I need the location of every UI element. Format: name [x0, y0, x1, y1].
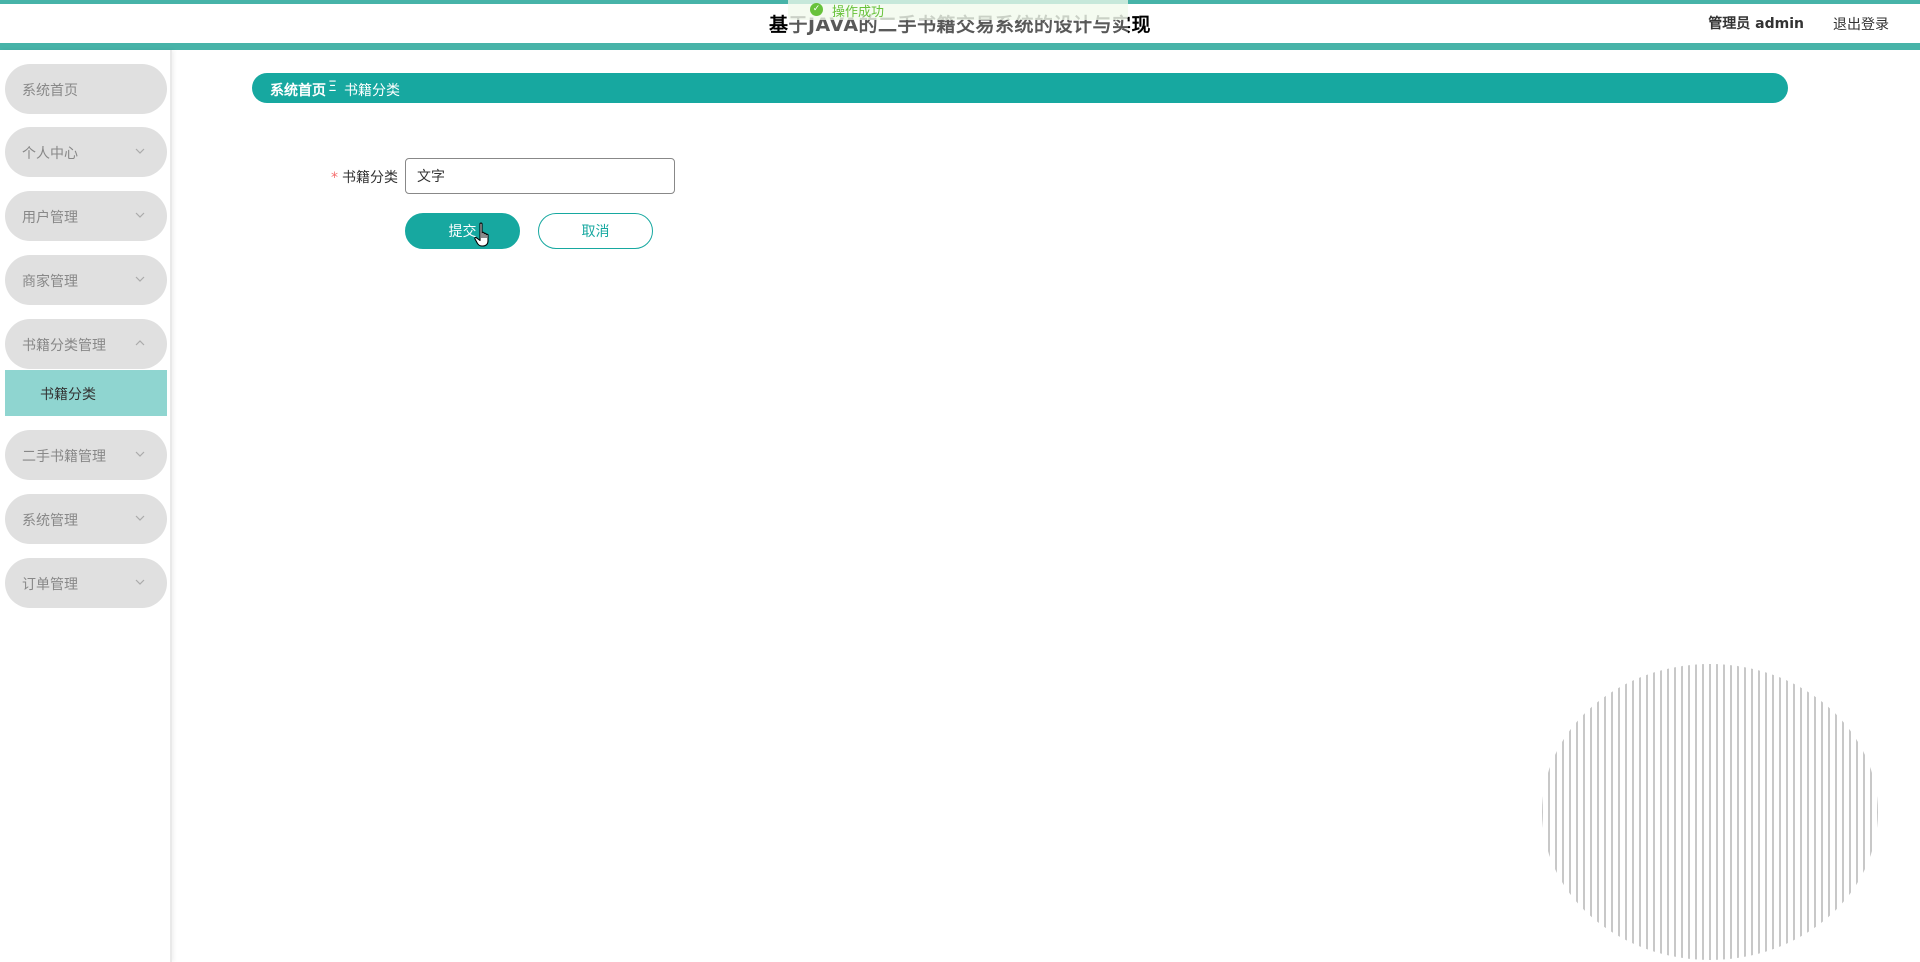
sidebar-item-label: 系统管理: [22, 513, 78, 529]
sidebar-item-label: 用户管理: [22, 210, 78, 226]
toast-message: 操作成功: [832, 5, 885, 20]
submit-button[interactable]: 提交: [405, 213, 520, 249]
category-label-text: 书籍分类: [342, 170, 398, 186]
sidebar-item-system-management[interactable]: 系统管理: [5, 494, 167, 544]
category-input[interactable]: [405, 158, 675, 194]
decorative-striped-circle: [1542, 664, 1878, 960]
required-mark: *: [331, 170, 338, 186]
sidebar-item-order-management[interactable]: 订单管理: [5, 558, 167, 608]
sidebar: 系统首页 个人中心 用户管理 商家管理 书籍分类管理 书籍分类 二手书籍管理 系…: [0, 50, 172, 962]
breadcrumb-separator-icon: Ξ: [328, 79, 337, 95]
sidebar-item-book-category-management[interactable]: 书籍分类管理: [5, 319, 167, 369]
hand-pointer-icon: [474, 222, 489, 247]
chevron-up-icon: [133, 336, 147, 350]
chevron-down-icon: [133, 575, 147, 589]
sidebar-item-label: 商家管理: [22, 274, 78, 290]
chevron-down-icon: [133, 447, 147, 461]
current-user: 管理员 admin: [1708, 16, 1804, 32]
sidebar-item-merchant-management[interactable]: 商家管理: [5, 255, 167, 305]
breadcrumb-current: 书籍分类: [344, 83, 400, 99]
sidebar-item-home[interactable]: 系统首页: [5, 64, 167, 114]
chevron-down-icon: [133, 144, 147, 158]
success-toast: ✓ 操作成功: [788, 0, 1128, 20]
sidebar-subitem-label: 书籍分类: [40, 387, 96, 403]
sidebar-subitem-book-category[interactable]: 书籍分类: [5, 370, 167, 416]
chevron-down-icon: [133, 511, 147, 525]
sidebar-item-user-management[interactable]: 用户管理: [5, 191, 167, 241]
cancel-button[interactable]: 取消: [538, 213, 653, 249]
sidebar-item-label: 系统首页: [22, 83, 78, 99]
sidebar-item-personal-center[interactable]: 个人中心: [5, 127, 167, 177]
breadcrumb-home[interactable]: 系统首页: [270, 80, 326, 100]
sidebar-item-label: 二手书籍管理: [22, 449, 106, 465]
top-header: 基于JAVA的二手书籍交易系统的设计与实现 ✓ 操作成功 管理员 admin 退…: [0, 0, 1920, 50]
sidebar-item-secondhand-books[interactable]: 二手书籍管理: [5, 430, 167, 480]
check-circle-icon: ✓: [810, 3, 823, 16]
sidebar-item-label: 订单管理: [22, 577, 78, 593]
chevron-down-icon: [133, 272, 147, 286]
category-field-label: * 书籍分类: [300, 167, 398, 187]
sidebar-item-label: 书籍分类管理: [22, 338, 106, 354]
logout-link[interactable]: 退出登录: [1833, 14, 1889, 34]
chevron-down-icon: [133, 208, 147, 222]
sidebar-item-label: 个人中心: [22, 146, 78, 162]
header-bottom-line: [0, 43, 1920, 50]
breadcrumb: 系统首页 Ξ 书籍分类: [252, 73, 1788, 103]
